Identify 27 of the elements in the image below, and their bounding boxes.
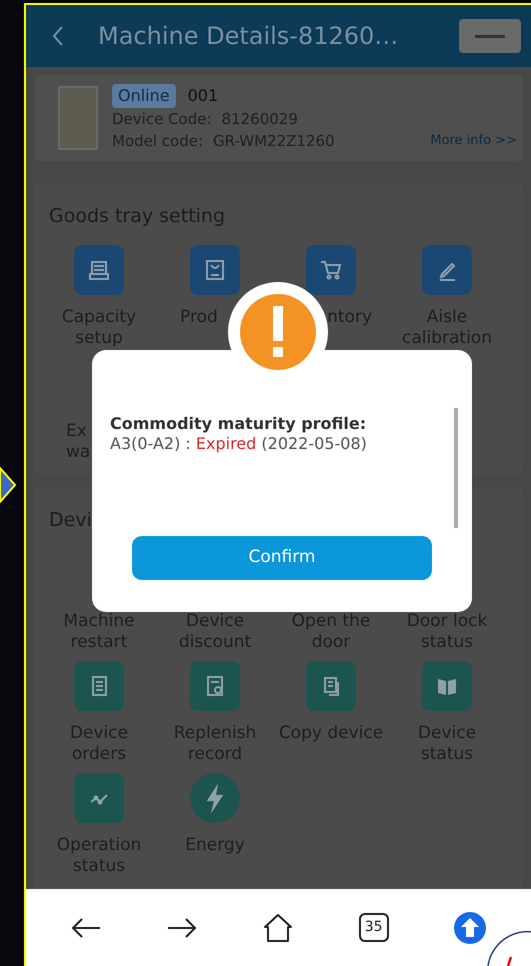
annotation-circle bbox=[487, 930, 531, 966]
machine-photo-placeholder bbox=[58, 86, 98, 150]
bag-icon bbox=[190, 245, 240, 296]
device-name: 001 bbox=[188, 85, 218, 108]
dialog-title: Commodity maturity profile: bbox=[110, 414, 368, 434]
document-search-icon bbox=[190, 661, 240, 712]
line-chart-icon bbox=[74, 773, 124, 824]
page-title: Machine Details-81260… bbox=[98, 21, 400, 52]
tray-icon bbox=[74, 245, 124, 296]
forward-arrow-icon[interactable] bbox=[166, 916, 198, 940]
pencil-icon bbox=[422, 245, 472, 296]
arrow-pointer-icon bbox=[0, 467, 16, 503]
copy-icon bbox=[306, 661, 356, 712]
home-icon[interactable] bbox=[262, 912, 294, 943]
more-info-link[interactable]: More info >> bbox=[430, 130, 517, 152]
back-arrow-icon[interactable] bbox=[70, 916, 102, 940]
dialog-message: A3(0-A2) : Expired (2022-05-08) bbox=[110, 434, 368, 454]
logo-image bbox=[459, 19, 521, 54]
cart-icon bbox=[306, 245, 356, 296]
upload-icon[interactable] bbox=[452, 910, 487, 945]
document-icon bbox=[74, 661, 124, 712]
warning-icon bbox=[240, 294, 316, 370]
confirm-button[interactable]: Confirm bbox=[132, 536, 432, 580]
lightning-icon bbox=[190, 773, 240, 824]
book-icon bbox=[422, 661, 472, 712]
tab-count-button[interactable]: 35 bbox=[358, 913, 389, 942]
status-badge: Online bbox=[112, 84, 176, 108]
